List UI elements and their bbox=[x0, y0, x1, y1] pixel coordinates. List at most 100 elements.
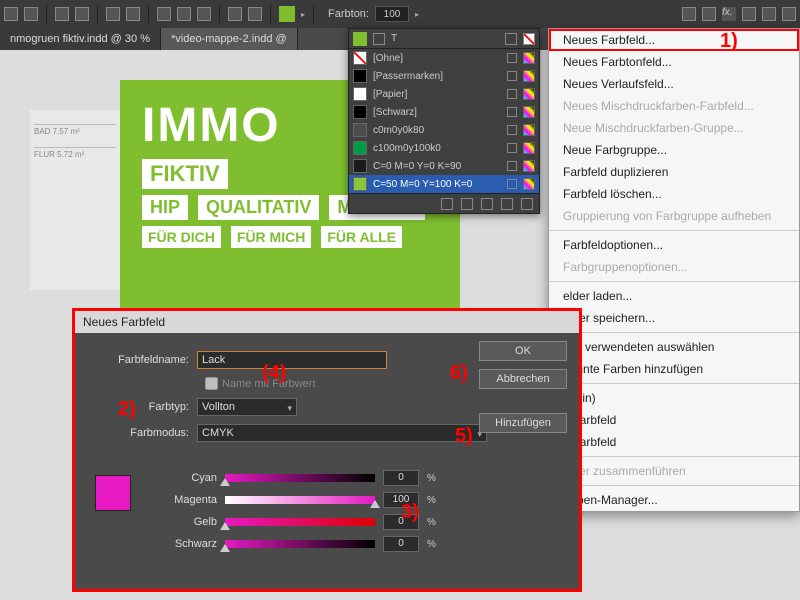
trash-icon[interactable] bbox=[521, 198, 533, 210]
annotation: 6) bbox=[450, 362, 468, 385]
menu-item[interactable]: Farbfeldoptionen... bbox=[549, 234, 799, 256]
color-mode-icon bbox=[523, 142, 535, 154]
yellow-slider[interactable] bbox=[225, 518, 375, 526]
cancel-button[interactable]: Abbrechen bbox=[479, 369, 567, 389]
menu-item[interactable]: elder speichern... bbox=[549, 307, 799, 329]
swatch-chip bbox=[353, 141, 367, 155]
new-swatch-dialog: Neues Farbfeld Farbfeldname: Name mit Fa… bbox=[75, 311, 579, 589]
menu-item[interactable]: farben-Manager... bbox=[549, 489, 799, 511]
color-mode-icon bbox=[523, 178, 535, 190]
color-mode-label: Farbmodus: bbox=[89, 427, 197, 439]
yellow-label: Gelb bbox=[155, 516, 217, 528]
color-type-label: Farbtyp: bbox=[89, 401, 197, 413]
new-icon[interactable] bbox=[501, 198, 513, 210]
color-mode-select[interactable]: CMYK bbox=[197, 424, 487, 442]
menu-item: Neues Mischdruckfarben-Farbfeld... bbox=[549, 95, 799, 117]
swatch-type-icon bbox=[507, 143, 517, 153]
panel-icon[interactable] bbox=[505, 33, 517, 45]
menu-item[interactable]: Neues Verlaufsfeld... bbox=[549, 73, 799, 95]
menu-item[interactable]: s Farbfeld bbox=[549, 409, 799, 431]
swatch-row[interactable]: c0m0y0k80 bbox=[349, 121, 539, 139]
document-tab[interactable]: nmogruen fiktiv.indd @ 30 % bbox=[0, 28, 161, 50]
fx-icon[interactable]: fx. bbox=[722, 7, 736, 21]
swatch-row[interactable]: [Passermarken] bbox=[349, 67, 539, 85]
toolbar-icon[interactable] bbox=[126, 7, 140, 21]
toolbar-icon[interactable] bbox=[177, 7, 191, 21]
dropdown-arrow-icon[interactable]: ▸ bbox=[301, 10, 305, 19]
black-slider[interactable] bbox=[225, 540, 375, 548]
swatch-type-icon bbox=[507, 125, 517, 135]
swatch-type-icon bbox=[507, 71, 517, 81]
toolbar-icon[interactable] bbox=[762, 7, 776, 21]
menu-item[interactable]: Farbfeld löschen... bbox=[549, 183, 799, 205]
menu-item[interactable]: Neue Farbgruppe... bbox=[549, 139, 799, 161]
toolbar-icon[interactable] bbox=[682, 7, 696, 21]
swatch-type-icon bbox=[507, 53, 517, 63]
swatch-chip bbox=[353, 51, 367, 65]
toolbar-icon[interactable] bbox=[4, 7, 18, 21]
menu-item[interactable]: Farbfeld duplizieren bbox=[549, 161, 799, 183]
menu-item[interactable]: nannte Farben hinzufügen bbox=[549, 358, 799, 380]
swatch-name: [Schwarz] bbox=[373, 107, 501, 118]
color-mode-icon bbox=[523, 106, 535, 118]
swatch-row[interactable]: c100m0y100k0 bbox=[349, 139, 539, 157]
toolbar-icon[interactable] bbox=[782, 7, 796, 21]
cyan-slider[interactable] bbox=[225, 474, 375, 482]
fill-swatch[interactable] bbox=[279, 6, 295, 22]
swatch-row[interactable]: C=50 M=0 Y=100 K=0 bbox=[349, 175, 539, 193]
toolbar-icon[interactable] bbox=[24, 7, 38, 21]
magenta-slider[interactable] bbox=[225, 496, 375, 504]
menu-item[interactable]: Neues Farbfeld... bbox=[549, 29, 799, 51]
swatch-chip bbox=[353, 105, 367, 119]
swatch-name: C=50 M=0 Y=100 K=0 bbox=[373, 179, 501, 190]
menu-item[interactable]: Neues Farbtonfeld... bbox=[549, 51, 799, 73]
toolbar-icon[interactable] bbox=[75, 7, 89, 21]
magenta-label: Magenta bbox=[155, 494, 217, 506]
document-tab[interactable]: *video-mappe-2.indd @ bbox=[161, 28, 298, 50]
new-group-icon[interactable] bbox=[441, 198, 453, 210]
name-with-value-checkbox[interactable] bbox=[205, 377, 218, 390]
color-mode-icon bbox=[523, 160, 535, 172]
black-value[interactable]: 0 bbox=[383, 536, 419, 552]
folder-icon[interactable] bbox=[461, 198, 473, 210]
color-type-select[interactable]: Vollton bbox=[197, 398, 297, 416]
swatch-name-input[interactable] bbox=[197, 351, 387, 369]
swatch-chip bbox=[353, 159, 367, 173]
swatch-type-icon bbox=[507, 89, 517, 99]
swatch-chip bbox=[353, 87, 367, 101]
toolbar-icon[interactable] bbox=[702, 7, 716, 21]
swatch-row[interactable]: [Papier] bbox=[349, 85, 539, 103]
color-preview bbox=[95, 475, 131, 511]
annotation: 5) bbox=[455, 425, 473, 448]
menu-item[interactable]: (klein) bbox=[549, 387, 799, 409]
swatches-flyout-menu: Neues Farbfeld...Neues Farbtonfeld...Neu… bbox=[548, 28, 800, 512]
menu-item[interactable]: elder laden... bbox=[549, 285, 799, 307]
toolbar-icon[interactable] bbox=[228, 7, 242, 21]
text-icon[interactable]: T bbox=[391, 33, 397, 44]
toolbar-icon[interactable] bbox=[742, 7, 756, 21]
swatch-name: C=0 M=0 Y=0 K=90 bbox=[373, 161, 501, 172]
swatch-row[interactable]: [Schwarz] bbox=[349, 103, 539, 121]
swatch-row[interactable]: [Ohne] bbox=[349, 49, 539, 67]
ok-button[interactable]: OK bbox=[479, 341, 567, 361]
swatch-name: c100m0y100k0 bbox=[373, 143, 501, 154]
menu-item: Neue Mischdruckfarben-Gruppe... bbox=[549, 117, 799, 139]
menu-item[interactable]: icht verwendeten auswählen bbox=[549, 336, 799, 358]
new-swatch-icon[interactable] bbox=[481, 198, 493, 210]
color-mode-icon bbox=[523, 70, 535, 82]
toolbar-icon[interactable] bbox=[157, 7, 171, 21]
toolbar-icon[interactable] bbox=[55, 7, 69, 21]
fill-swatch[interactable] bbox=[353, 32, 367, 46]
stroke-swatch-icon[interactable] bbox=[373, 33, 385, 45]
toolbar-icon[interactable] bbox=[197, 7, 211, 21]
artwork-blueprint: BAD 7.57 m² FLUR 5.72 m² bbox=[30, 110, 120, 290]
toolbar-icon[interactable] bbox=[106, 7, 120, 21]
swatch-row[interactable]: C=0 M=0 Y=0 K=90 bbox=[349, 157, 539, 175]
none-icon[interactable] bbox=[523, 33, 535, 45]
cyan-value[interactable]: 0 bbox=[383, 470, 419, 486]
add-button[interactable]: Hinzufügen bbox=[479, 413, 567, 433]
tint-input[interactable]: 100 bbox=[375, 6, 409, 22]
dropdown-arrow-icon[interactable]: ▸ bbox=[415, 10, 419, 19]
toolbar-icon[interactable] bbox=[248, 7, 262, 21]
menu-item[interactable]: s Farbfeld bbox=[549, 431, 799, 453]
